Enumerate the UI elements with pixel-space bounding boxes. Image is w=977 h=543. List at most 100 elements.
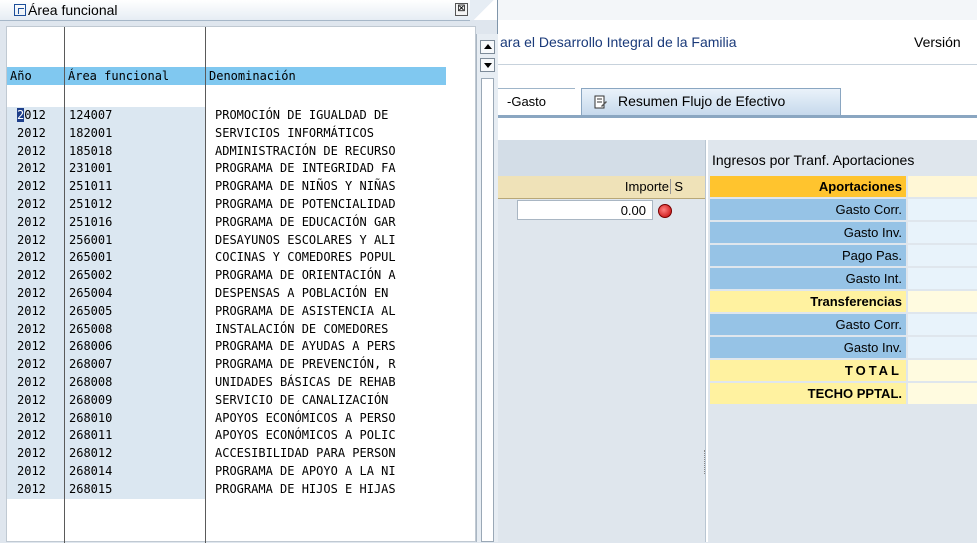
column-header-year[interactable]: Año bbox=[7, 67, 64, 85]
row-label: Gasto Inv. bbox=[710, 222, 906, 243]
list-item[interactable]: 2012 251011 PROGRAMA DE NIÑOS Y NIÑAS bbox=[7, 178, 475, 196]
description-cell: PROGRAMA DE POTENCIALIDAD bbox=[215, 196, 396, 211]
row-value-cell[interactable] bbox=[908, 268, 977, 289]
year-cell: 2012 bbox=[7, 391, 64, 410]
row-value-cell[interactable] bbox=[908, 176, 977, 197]
income-panel-title: Ingresos por Tranf. Aportaciones bbox=[712, 152, 915, 168]
list-item[interactable]: 2012 268009 SERVICIO DE CANALIZACIÓN bbox=[7, 391, 475, 410]
area-code-cell: 265004 bbox=[65, 284, 205, 303]
year-cell: 2012 bbox=[7, 284, 64, 303]
close-icon[interactable]: ⊠ bbox=[455, 3, 468, 16]
list-item[interactable]: 2012 268007 PROGRAMA DE PREVENCIÓN, R bbox=[7, 356, 475, 374]
list-item[interactable]: 2012 268012 ACCESIBILIDAD PARA PERSON bbox=[7, 445, 475, 463]
area-code-cell: 268006 bbox=[65, 338, 205, 357]
year-cell: 2012 bbox=[7, 338, 64, 357]
scroll-up-icon[interactable] bbox=[480, 40, 495, 54]
tab-gasto-label: -Gasto bbox=[507, 94, 547, 109]
row-value-cell[interactable] bbox=[908, 291, 977, 312]
list-item[interactable]: 2012 256001 DESAYUNOS ESCOLARES Y ALI bbox=[7, 231, 475, 250]
row-value-cell[interactable] bbox=[908, 314, 977, 335]
list-item[interactable]: 2012 265005 PROGRAMA DE ASISTENCIA AL bbox=[7, 302, 475, 321]
expense-column-header: Importe S bbox=[495, 176, 705, 199]
description-cell: APOYOS ECONÓMICOS A PERSO bbox=[215, 410, 396, 425]
list-item[interactable]: 2012 251012 PROGRAMA DE POTENCIALIDAD bbox=[7, 195, 475, 214]
area-code-cell: 268008 bbox=[65, 373, 205, 392]
dialog-title: Área funcional bbox=[28, 2, 118, 18]
area-code-cell: 251011 bbox=[65, 178, 205, 196]
scroll-track[interactable] bbox=[481, 78, 494, 542]
importe-column-header[interactable]: Importe bbox=[625, 179, 669, 194]
column-header-name[interactable]: Denominación bbox=[206, 67, 446, 85]
description-cell: PROGRAMA DE NIÑOS Y NIÑAS bbox=[215, 179, 396, 194]
tab-resumen-flujo-label: Resumen Flujo de Efectivo bbox=[618, 93, 786, 109]
tab-resumen-flujo[interactable]: Resumen Flujo de Efectivo bbox=[581, 88, 841, 115]
description-cell: PROGRAMA DE PREVENCIÓN, R bbox=[215, 357, 396, 372]
income-panel: Ingresos por Tranf. Aportaciones Aportac… bbox=[708, 140, 977, 542]
row-value-cell[interactable] bbox=[908, 360, 977, 381]
area-code-cell: 265002 bbox=[65, 267, 205, 285]
list-item[interactable]: 2012 265004 DESPENSAS A POBLACIÓN EN bbox=[7, 284, 475, 303]
income-table: Aportaciones Gasto Corr. Gasto Inv. Pago… bbox=[710, 176, 977, 406]
expense-panel: Importe S 0.00 bbox=[495, 140, 706, 542]
area-code-cell: 124007 bbox=[65, 107, 205, 125]
row-label: Transferencias bbox=[710, 291, 906, 312]
row-value-cell[interactable] bbox=[908, 383, 977, 404]
list-rows: 2012 124007 PROMOCIÓN DE IGUALDAD DE 2012 18… bbox=[7, 107, 475, 499]
tab-underline bbox=[495, 115, 977, 118]
year-cell: 2012 bbox=[7, 356, 64, 374]
list-item[interactable]: 2012 265008 INSTALACIÓN DE COMEDORES bbox=[7, 320, 475, 339]
tab-strip: -Gasto Resumen Flujo de Efectivo bbox=[495, 88, 977, 117]
row-label: TOTAL bbox=[710, 360, 906, 381]
tab-gasto[interactable]: -Gasto bbox=[495, 88, 575, 117]
list-item[interactable]: 2012 182001 SERVICIOS INFORMÁTICOS bbox=[7, 124, 475, 143]
row-label: Gasto Corr. bbox=[710, 314, 906, 335]
row-value-cell[interactable] bbox=[908, 222, 977, 243]
list-item[interactable]: 2012 265002 PROGRAMA DE ORIENTACIÓN A bbox=[7, 267, 475, 285]
description-cell: ACCESIBILIDAD PARA PERSON bbox=[215, 446, 396, 461]
list-item[interactable]: 2012 268008 UNIDADES BÁSICAS DE REHAB bbox=[7, 373, 475, 392]
table-row: TECHO PPTAL. bbox=[710, 383, 977, 404]
description-cell: PROGRAMA DE ASISTENCIA AL bbox=[215, 303, 396, 318]
list-top-area bbox=[7, 27, 475, 57]
list-item[interactable]: 2012 251016 PROGRAMA DE EDUCACIÓN GAR bbox=[7, 213, 475, 232]
list-item[interactable]: 2012 268006 PROGRAMA DE AYUDAS A PERS bbox=[7, 338, 475, 357]
status-column-header[interactable]: S bbox=[670, 179, 683, 194]
scroll-down-icon[interactable] bbox=[480, 58, 495, 72]
area-code-cell: 256001 bbox=[65, 231, 205, 250]
description-cell: SERVICIOS INFORMÁTICOS bbox=[215, 125, 374, 140]
expense-panel-header bbox=[495, 140, 705, 176]
list-item[interactable]: 2012 268015 PROGRAMA DE HIJOS E HIJAS bbox=[7, 480, 475, 499]
row-label: Gasto Int. bbox=[710, 268, 906, 289]
description-cell: PROGRAMA DE APOYO A LA NI bbox=[215, 463, 396, 478]
area-code-cell: 268007 bbox=[65, 356, 205, 374]
list-item[interactable]: 2012 231001 PROGRAMA DE INTEGRIDAD FA bbox=[7, 160, 475, 179]
column-header-area[interactable]: Área funcional bbox=[65, 67, 205, 85]
description-cell: PROGRAMA DE EDUCACIÓN GAR bbox=[215, 214, 396, 229]
table-row: Transferencias bbox=[710, 291, 977, 312]
list-header: Año Área funcional Denominación bbox=[7, 67, 475, 85]
row-value-cell[interactable] bbox=[908, 337, 977, 358]
dialog-titlebar[interactable]: Área funcional ⊠ bbox=[0, 0, 470, 21]
row-label: TECHO PPTAL. bbox=[710, 383, 906, 404]
window-icon bbox=[14, 4, 26, 16]
row-label: Aportaciones bbox=[710, 176, 906, 197]
table-row: Gasto Corr. bbox=[710, 314, 977, 335]
year-cell: 2012 bbox=[7, 195, 64, 214]
year-cell: 2012 bbox=[7, 249, 64, 268]
description-cell: PROGRAMA DE AYUDAS A PERS bbox=[215, 339, 396, 354]
list-item[interactable]: 2012 268010 APOYOS ECONÓMICOS A PERSO bbox=[7, 409, 475, 428]
titlebar-corner bbox=[470, 0, 497, 20]
row-value-cell[interactable] bbox=[908, 199, 977, 220]
list-item[interactable]: 2012 124007 PROMOCIÓN DE IGUALDAD DE bbox=[7, 107, 475, 125]
table-row: Gasto Corr. bbox=[710, 199, 977, 220]
list-item[interactable]: 2012 268014 PROGRAMA DE APOYO A LA NI bbox=[7, 462, 475, 481]
area-code-cell: 268009 bbox=[65, 391, 205, 410]
vertical-scrollbar[interactable] bbox=[476, 34, 498, 542]
area-code-cell: 265001 bbox=[65, 249, 205, 268]
area-funcional-dialog: Área funcional ⊠ Año Área funcional Deno… bbox=[0, 0, 498, 543]
list-item[interactable]: 2012 265001 COCINAS Y COMEDORES POPUL bbox=[7, 249, 475, 268]
list-item[interactable]: 2012 185018 ADMINISTRACIÓN DE RECURSO bbox=[7, 142, 475, 161]
row-value-cell[interactable] bbox=[908, 245, 977, 266]
amount-field[interactable]: 0.00 bbox=[517, 200, 653, 220]
list-item[interactable]: 2012 268011 APOYOS ECONÓMICOS A POLIC bbox=[7, 427, 475, 446]
